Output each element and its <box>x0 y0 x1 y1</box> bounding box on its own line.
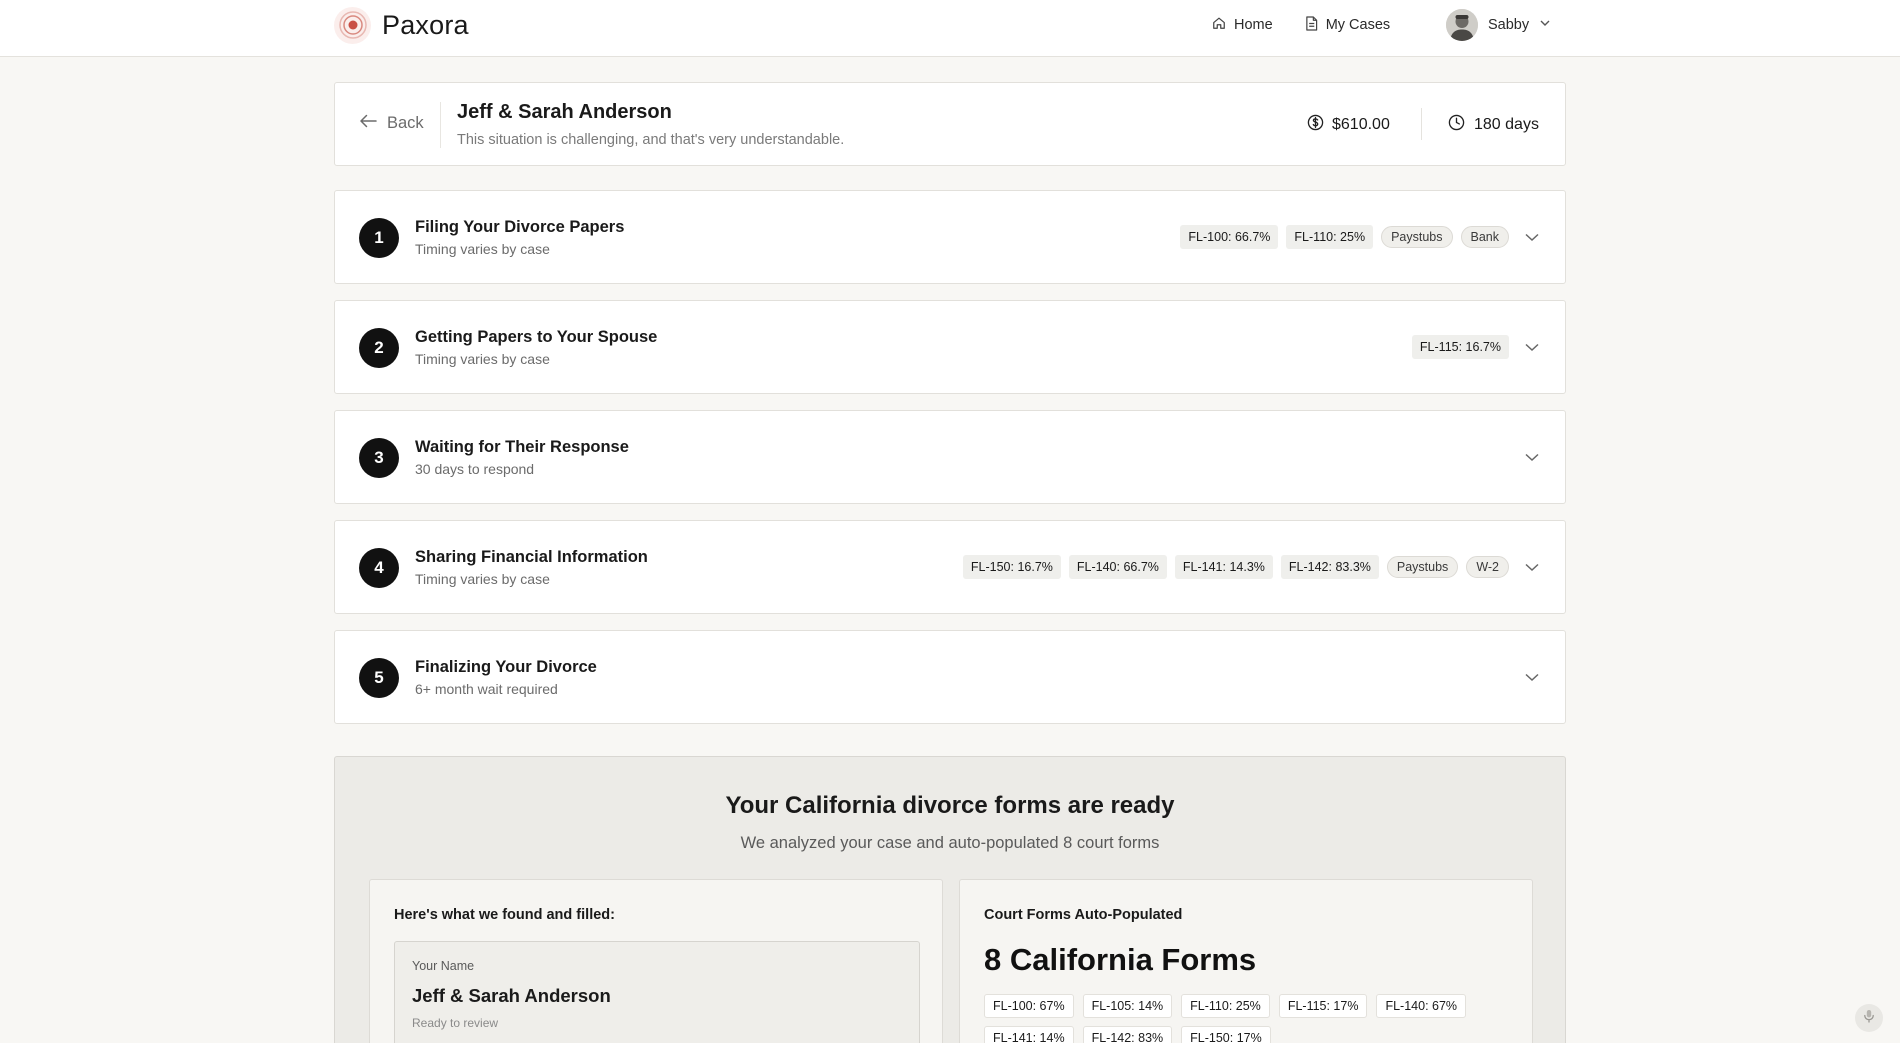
home-icon <box>1212 16 1226 34</box>
step-title: Getting Papers to Your Spouse <box>415 328 658 346</box>
court-form-badge: FL-150: 17% <box>1181 1026 1271 1043</box>
step-card[interactable]: 3 Waiting for Their Response 30 days to … <box>334 410 1566 504</box>
user-menu[interactable]: Sabby <box>1446 9 1551 41</box>
court-form-badge: FL-105: 14% <box>1082 994 1173 1018</box>
court-form-badge: FL-115: 17% <box>1278 994 1368 1018</box>
user-name: Sabby <box>1488 17 1530 33</box>
step-subtitle: Timing varies by case <box>415 241 550 257</box>
brand[interactable]: Paxora <box>334 6 469 44</box>
step-subtitle: 30 days to respond <box>415 461 535 477</box>
step-card[interactable]: 5 Finalizing Your Divorce 6+ month wait … <box>334 630 1566 724</box>
court-form-badge: FL-142: 83% <box>1082 1026 1173 1043</box>
court-form-badge: FL-141: 14% <box>984 1026 1074 1043</box>
step-number: 5 <box>359 658 399 698</box>
nav-my-cases-label: My Cases <box>1325 17 1391 33</box>
case-fee-value: $610.00 <box>1332 116 1390 133</box>
step-number: 4 <box>359 548 399 588</box>
step-title: Sharing Financial Information <box>415 548 648 566</box>
top-navigation-bar: Paxora Home My Cases Sabby <box>0 0 1900 57</box>
case-timeline-value: 180 days <box>1474 116 1539 133</box>
form-progress-badge: FL-141: 14.3% <box>1174 555 1273 579</box>
form-progress-badge: FL-110: 25% <box>1286 225 1374 249</box>
chevron-down-icon[interactable] <box>1523 338 1541 356</box>
step-number: 1 <box>359 218 399 258</box>
form-progress-badge: FL-115: 16.7% <box>1411 335 1509 359</box>
back-button-label: Back <box>387 114 424 132</box>
step-title: Filing Your Divorce Papers <box>415 218 625 236</box>
document-icon <box>1305 15 1318 35</box>
chevron-down-icon[interactable] <box>1523 448 1541 466</box>
step-tags: FL-115: 16.7% <box>1411 335 1509 359</box>
nav-my-cases[interactable]: My Cases <box>1305 15 1391 35</box>
form-progress-badge: FL-140: 66.7% <box>1068 555 1167 579</box>
name-field-card[interactable]: Your Name Jeff & Sarah Anderson Ready to… <box>394 941 920 1043</box>
court-form-badge: FL-110: 25% <box>1181 994 1270 1018</box>
case-fee: $610.00 <box>1307 114 1390 136</box>
case-title: Jeff & Sarah Anderson <box>457 101 672 123</box>
arrow-left-icon <box>359 114 377 133</box>
dollar-circle-icon <box>1307 114 1324 136</box>
step-subtitle: 6+ month wait required <box>415 681 558 697</box>
forms-ready-subtitle: We analyzed your case and auto-populated… <box>740 834 1160 852</box>
field-value: Jeff & Sarah Anderson <box>412 985 611 1006</box>
court-forms-heading: Court Forms Auto-Populated <box>984 907 1183 923</box>
nav-home[interactable]: Home <box>1212 16 1273 34</box>
chevron-down-icon[interactable] <box>1523 558 1541 576</box>
court-form-badge: FL-140: 67% <box>1376 994 1467 1018</box>
chevron-down-icon <box>1539 16 1551 34</box>
form-progress-badge: FL-142: 83.3% <box>1280 555 1379 579</box>
divider <box>1421 108 1422 140</box>
court-forms-count: 8 California Forms <box>984 942 1257 977</box>
field-label: Your Name <box>412 959 475 973</box>
forms-ready-title: Your California divorce forms are ready <box>725 792 1175 819</box>
document-badge: Bank <box>1460 226 1509 248</box>
divider <box>440 102 441 148</box>
form-progress-badge: FL-100: 66.7% <box>1180 225 1279 249</box>
step-tags: FL-100: 66.7% FL-110: 25% Paystubs Bank <box>1180 225 1509 249</box>
field-status: Ready to review <box>412 1016 499 1030</box>
step-subtitle: Timing varies by case <box>415 571 550 587</box>
step-card[interactable]: 2 Getting Papers to Your Spouse Timing v… <box>334 300 1566 394</box>
form-progress-badge: FL-150: 16.7% <box>962 555 1061 579</box>
step-number: 2 <box>359 328 399 368</box>
case-timeline: 180 days <box>1448 114 1539 136</box>
document-badge: W-2 <box>1466 556 1509 578</box>
step-subtitle: Timing varies by case <box>415 351 550 367</box>
step-tags: FL-150: 16.7% FL-140: 66.7% FL-141: 14.3… <box>962 555 1509 579</box>
document-badge: Paystubs <box>1381 226 1453 248</box>
step-card[interactable]: 4 Sharing Financial Information Timing v… <box>334 520 1566 614</box>
back-button[interactable]: Back <box>359 114 424 133</box>
microphone-button[interactable] <box>1855 1004 1883 1032</box>
court-forms-card: Court Forms Auto-Populated 8 California … <box>959 879 1533 1043</box>
brand-name: Paxora <box>382 9 469 40</box>
found-info-card: Here's what we found and filled: Your Na… <box>369 879 943 1043</box>
chevron-down-icon[interactable] <box>1523 668 1541 686</box>
document-badge: Paystubs <box>1386 556 1459 578</box>
court-form-badge: FL-100: 67% <box>984 994 1074 1018</box>
court-form-list: FL-100: 67% FL-105: 14% FL-110: 25% FL-1… <box>984 994 1524 1043</box>
step-card[interactable]: 1 Filing Your Divorce Papers Timing vari… <box>334 190 1566 284</box>
found-info-heading: Here's what we found and filled: <box>394 907 615 923</box>
case-header: Back Jeff & Sarah Anderson This situatio… <box>334 82 1566 166</box>
clock-icon <box>1448 114 1465 136</box>
nav-home-label: Home <box>1234 17 1273 33</box>
chevron-down-icon[interactable] <box>1523 228 1541 246</box>
main-nav: Home My Cases <box>1212 14 1390 36</box>
step-title: Waiting for Their Response <box>415 438 629 456</box>
step-number: 3 <box>359 438 399 478</box>
step-title: Finalizing Your Divorce <box>415 658 597 676</box>
target-logo-icon <box>334 6 371 44</box>
microphone-icon <box>1863 1009 1875 1028</box>
avatar <box>1446 9 1478 41</box>
forms-ready-panel: Your California divorce forms are ready … <box>334 756 1566 1043</box>
case-subtitle: This situation is challenging, and that'… <box>457 132 845 148</box>
